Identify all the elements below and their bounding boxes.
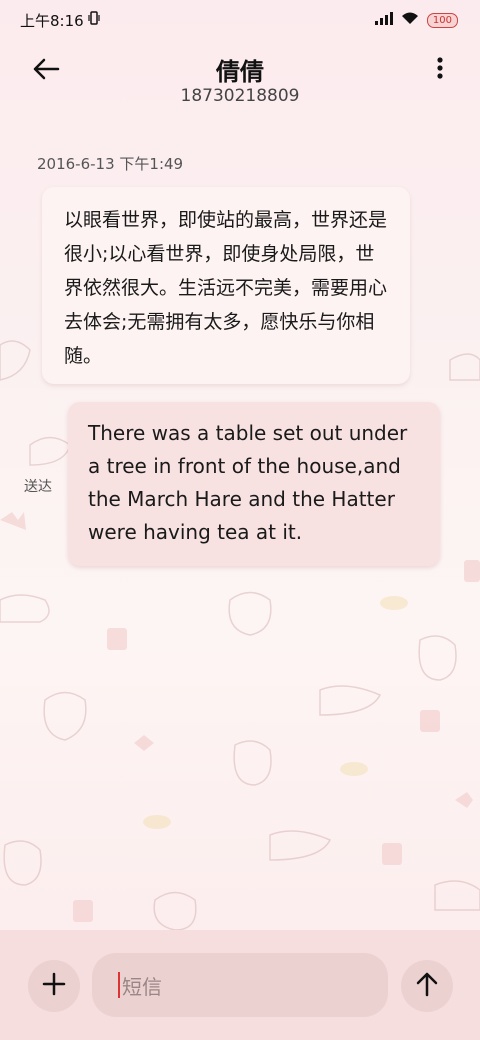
- contact-name: 倩倩: [216, 58, 264, 86]
- message-input-placeholder: 短信: [122, 974, 162, 999]
- delivery-status: 送达: [24, 479, 52, 495]
- vibrate-icon: [88, 11, 100, 29]
- incoming-message-bubble[interactable]: 以眼看世界，即使站的最高，世界还是很小;以心看世界，即使身处局限，世界依然很大。…: [42, 187, 410, 384]
- status-bar: 上午8:16 100: [0, 0, 480, 40]
- message-input[interactable]: 短信: [92, 953, 388, 1017]
- message-timestamp: 2016-6-13 下午1:49: [37, 155, 184, 173]
- contact-number: 18730218809: [180, 86, 300, 106]
- plus-icon: [42, 972, 66, 1000]
- wifi-icon: [401, 11, 419, 29]
- more-vertical-icon: [437, 57, 443, 83]
- message-text: There was a table set out under a tree i…: [88, 421, 408, 544]
- conversation-header: 倩倩 18730218809: [0, 44, 480, 114]
- outgoing-message-bubble[interactable]: There was a table set out under a tree i…: [68, 402, 440, 566]
- message-text: 以眼看世界，即使站的最高，世界还是很小;以心看世界，即使身处局限，世界依然很大。…: [64, 209, 388, 367]
- add-attachment-button[interactable]: [28, 960, 80, 1012]
- send-button[interactable]: [401, 960, 453, 1012]
- arrow-up-icon: [415, 971, 439, 1001]
- more-options-button[interactable]: [430, 54, 450, 86]
- signal-icon: [374, 11, 393, 29]
- text-caret: [118, 972, 120, 998]
- status-time: 上午8:16: [20, 11, 84, 30]
- battery-icon: 100: [426, 12, 458, 28]
